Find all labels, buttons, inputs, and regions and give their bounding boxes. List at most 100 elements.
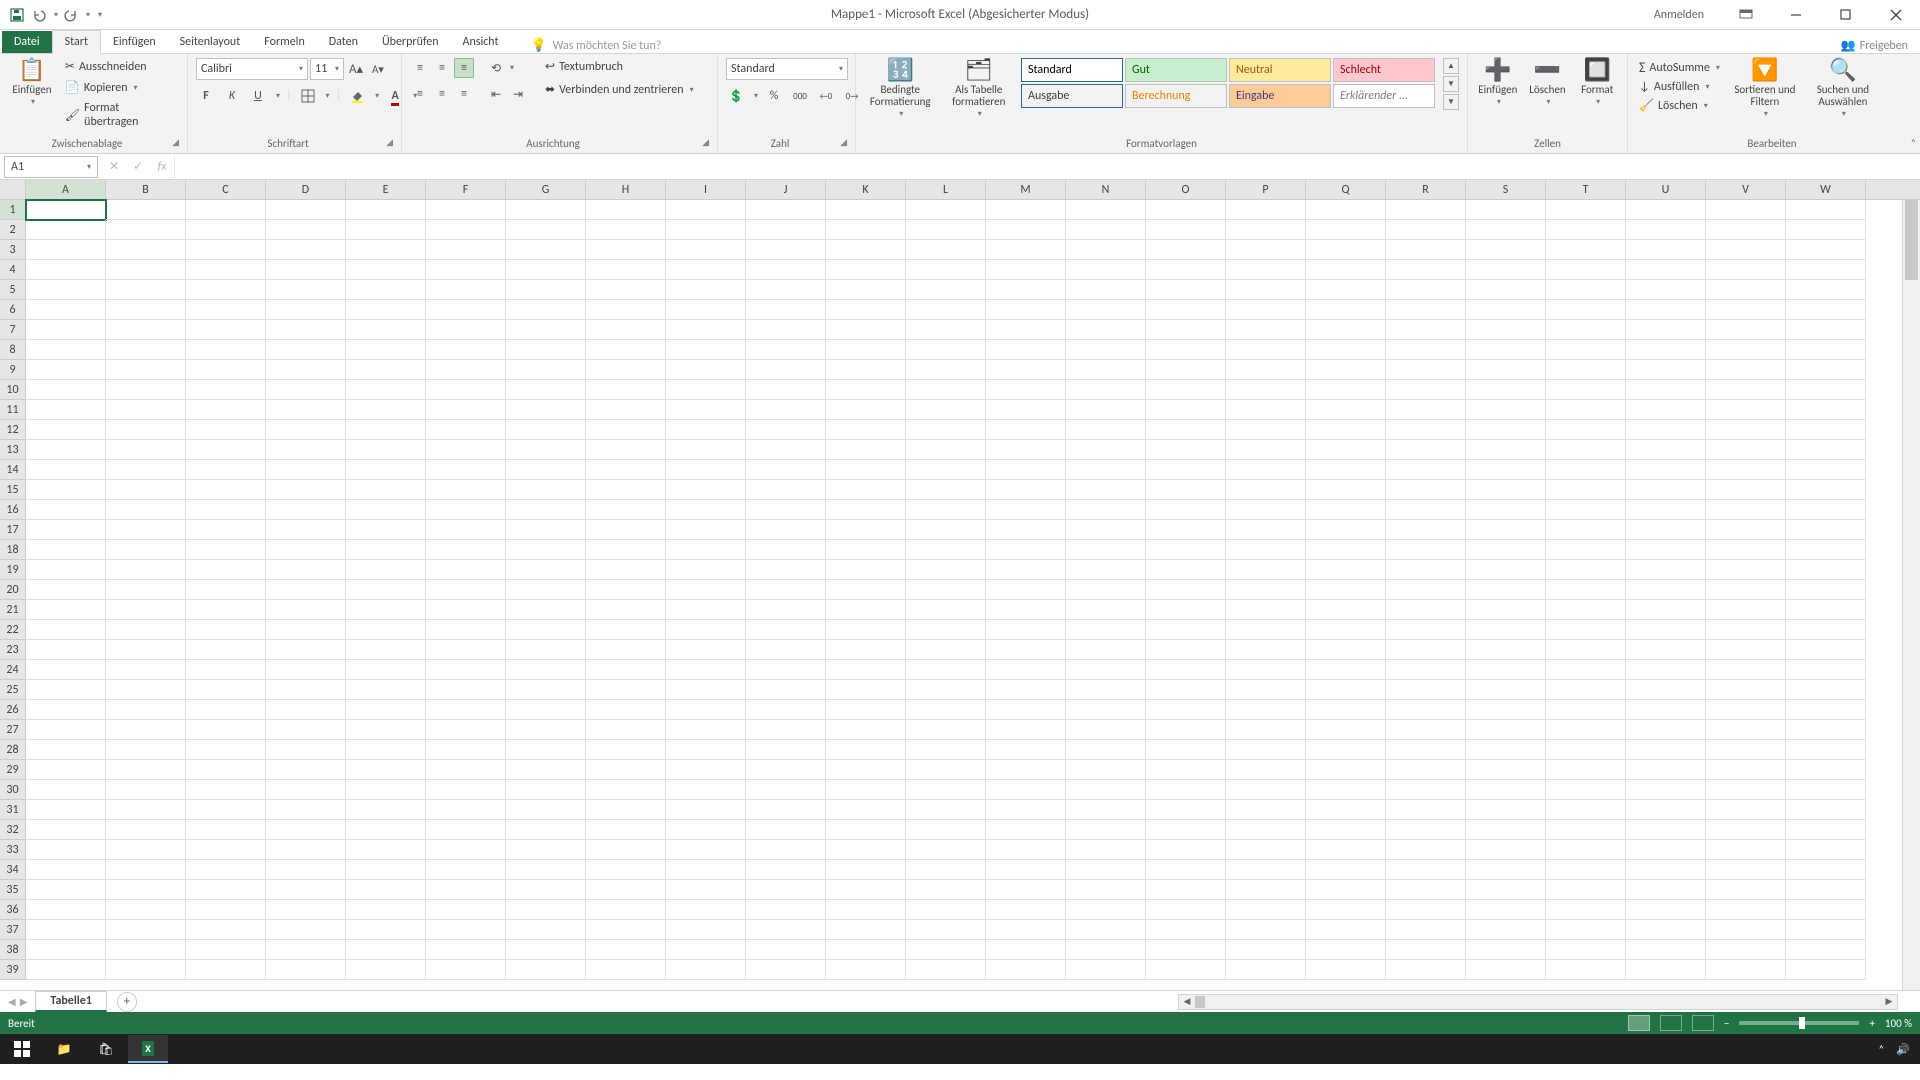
cell[interactable]	[506, 540, 586, 560]
cell[interactable]	[106, 440, 186, 460]
cell[interactable]	[1626, 480, 1706, 500]
cell[interactable]	[106, 340, 186, 360]
cell[interactable]	[826, 240, 906, 260]
cell[interactable]	[1146, 380, 1226, 400]
cell[interactable]	[666, 320, 746, 340]
cell[interactable]	[106, 720, 186, 740]
cell[interactable]	[1226, 380, 1306, 400]
cell[interactable]	[1226, 260, 1306, 280]
cell[interactable]	[586, 620, 666, 640]
cell[interactable]	[1146, 680, 1226, 700]
cell[interactable]	[1066, 300, 1146, 320]
cell[interactable]	[1226, 860, 1306, 880]
cell[interactable]	[1626, 460, 1706, 480]
decrease-indent-icon[interactable]: ⇤	[486, 84, 506, 104]
cell[interactable]	[186, 460, 266, 480]
cell[interactable]	[346, 420, 426, 440]
cell[interactable]	[1626, 300, 1706, 320]
cell[interactable]	[106, 600, 186, 620]
cell[interactable]	[1706, 280, 1786, 300]
cell[interactable]	[506, 420, 586, 440]
cell[interactable]	[586, 920, 666, 940]
cell-style-berechnung[interactable]: Berechnung	[1125, 84, 1227, 108]
cell[interactable]	[1226, 480, 1306, 500]
cell[interactable]	[1226, 960, 1306, 980]
tab-start[interactable]: Start	[52, 30, 101, 54]
row-header[interactable]: 5	[0, 280, 25, 300]
cell[interactable]	[666, 900, 746, 920]
cell[interactable]	[1546, 380, 1626, 400]
cell[interactable]	[1226, 660, 1306, 680]
cell[interactable]	[1786, 560, 1866, 580]
cell[interactable]	[506, 780, 586, 800]
cell[interactable]	[586, 940, 666, 960]
cell[interactable]	[106, 220, 186, 240]
cell[interactable]	[426, 440, 506, 460]
cell[interactable]	[426, 520, 506, 540]
cell[interactable]	[1146, 900, 1226, 920]
row-header[interactable]: 18	[0, 540, 25, 560]
cell[interactable]	[266, 580, 346, 600]
cell[interactable]	[826, 720, 906, 740]
cell[interactable]	[266, 940, 346, 960]
cell[interactable]	[666, 820, 746, 840]
cell[interactable]	[1626, 740, 1706, 760]
column-header[interactable]: R	[1386, 180, 1466, 199]
cell[interactable]	[1306, 340, 1386, 360]
cell[interactable]	[1306, 300, 1386, 320]
cell[interactable]	[1146, 660, 1226, 680]
cell[interactable]	[506, 500, 586, 520]
cell[interactable]	[1706, 420, 1786, 440]
cell[interactable]	[826, 280, 906, 300]
cell[interactable]	[1466, 420, 1546, 440]
cell[interactable]	[1466, 780, 1546, 800]
cell[interactable]	[1706, 940, 1786, 960]
cell[interactable]	[1306, 720, 1386, 740]
cell[interactable]	[266, 740, 346, 760]
cell[interactable]	[1226, 400, 1306, 420]
cell[interactable]	[906, 960, 986, 980]
cell[interactable]	[1466, 620, 1546, 640]
cell[interactable]	[906, 840, 986, 860]
cell[interactable]	[666, 540, 746, 560]
cell[interactable]	[1066, 960, 1146, 980]
cell[interactable]	[426, 300, 506, 320]
cell[interactable]	[1706, 700, 1786, 720]
cell[interactable]	[826, 780, 906, 800]
undo-icon[interactable]	[30, 6, 48, 24]
formula-bar-input[interactable]	[174, 156, 1920, 178]
excel-taskbar[interactable]: X	[128, 1035, 168, 1063]
cell[interactable]	[1226, 620, 1306, 640]
underline-button[interactable]: U	[248, 86, 268, 106]
cell[interactable]	[1546, 920, 1626, 940]
file-explorer-taskbar[interactable]: 📁	[44, 1035, 84, 1063]
cell[interactable]	[1066, 920, 1146, 940]
cell[interactable]	[26, 500, 106, 520]
cell[interactable]	[186, 960, 266, 980]
cell[interactable]	[1786, 760, 1866, 780]
bold-button[interactable]: F	[196, 86, 216, 106]
cell[interactable]	[1706, 820, 1786, 840]
cell[interactable]	[666, 800, 746, 820]
cell[interactable]	[1146, 880, 1226, 900]
cell[interactable]	[1466, 360, 1546, 380]
cell[interactable]	[1706, 240, 1786, 260]
cell[interactable]	[346, 500, 426, 520]
cell[interactable]	[906, 380, 986, 400]
cell[interactable]	[746, 300, 826, 320]
cell[interactable]	[746, 860, 826, 880]
cell[interactable]	[906, 220, 986, 240]
cell[interactable]	[346, 520, 426, 540]
cell[interactable]	[1626, 380, 1706, 400]
column-header[interactable]: I	[666, 180, 746, 199]
cell[interactable]	[666, 360, 746, 380]
cell[interactable]	[746, 780, 826, 800]
cell[interactable]	[106, 560, 186, 580]
start-button[interactable]	[2, 1035, 42, 1063]
cell[interactable]	[986, 560, 1066, 580]
cell[interactable]	[1226, 680, 1306, 700]
cell[interactable]	[826, 420, 906, 440]
cell[interactable]	[1226, 760, 1306, 780]
cell[interactable]	[1386, 740, 1466, 760]
share-button[interactable]: 👥 Freigeben	[1841, 38, 1920, 53]
